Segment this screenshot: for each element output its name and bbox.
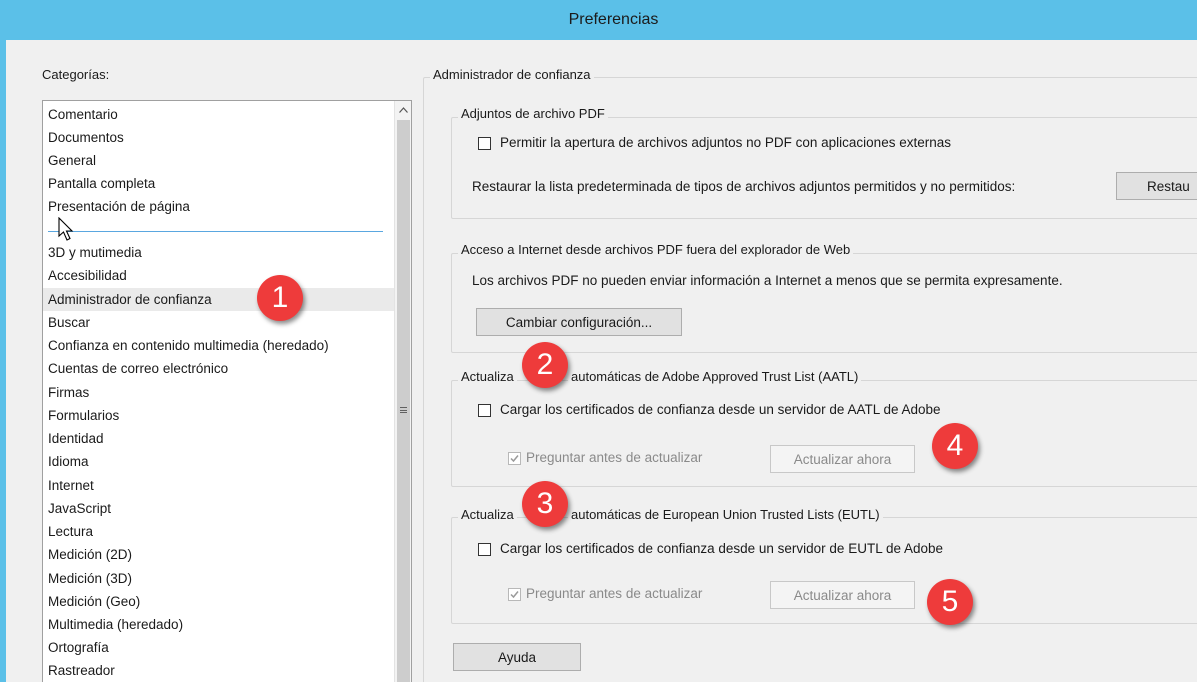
window-title: Preferencias <box>568 11 659 28</box>
change-settings-button[interactable]: Cambiar configuración... <box>476 308 682 336</box>
dialog-client-area: Categorías: Comentario Documentos Genera… <box>6 40 1197 682</box>
aatl-update-now-label: Actualizar ahora <box>793 451 892 467</box>
category-item-confianza-multimedia[interactable]: Confianza en contenido multimedia (hered… <box>43 334 395 357</box>
category-item-documentos[interactable]: Documentos <box>43 126 395 149</box>
category-item-internet[interactable]: Internet <box>43 474 395 497</box>
category-separator <box>48 231 383 232</box>
annotation-badge-3: 3 <box>522 481 568 527</box>
categories-list[interactable]: Comentario Documentos General Pantalla c… <box>42 100 412 682</box>
eutl-ask-checkbox[interactable] <box>508 588 521 601</box>
allow-attachments-label: Permitir la apertura de archivos adjunto… <box>500 135 951 150</box>
aatl-load-label: Cargar los certificados de confianza des… <box>500 402 941 417</box>
eutl-load-label: Cargar los certificados de confianza des… <box>500 541 944 556</box>
checkmark-icon <box>510 455 519 463</box>
category-item-general[interactable]: General <box>43 149 395 172</box>
help-button-label: Ayuda <box>497 649 537 665</box>
category-item-accesibilidad[interactable]: Accesibilidad <box>43 264 395 287</box>
category-item-lectura[interactable]: Lectura <box>43 520 395 543</box>
restore-list-label: Restaurar la lista predeterminada de tip… <box>472 179 1016 194</box>
categories-label: Categorías: <box>42 67 110 82</box>
change-settings-label: Cambiar configuración... <box>505 314 653 330</box>
aatl-update-now-button[interactable]: Actualizar ahora <box>770 445 915 473</box>
category-item-firmas[interactable]: Firmas <box>43 381 395 404</box>
attachments-legend: Adjuntos de archivo PDF <box>458 106 608 121</box>
mouse-pointer-icon <box>58 217 74 241</box>
aatl-load-checkbox[interactable] <box>478 404 491 417</box>
panel-title: Administrador de confianza <box>430 67 594 82</box>
aatl-ask-label: Preguntar antes de actualizar <box>526 450 703 465</box>
category-item-cuentas-correo[interactable]: Cuentas de correo electrónico <box>43 357 395 380</box>
aatl-ask-checkbox[interactable] <box>508 452 521 465</box>
category-item-javascript[interactable]: JavaScript <box>43 497 395 520</box>
category-item-idioma[interactable]: Idioma <box>43 450 395 473</box>
category-item-medicion-geo[interactable]: Medición (Geo) <box>43 590 395 613</box>
annotation-badge-5: 5 <box>927 579 973 625</box>
scroll-up-arrow-icon[interactable] <box>395 101 411 118</box>
category-item-presentacion-pagina[interactable]: Presentación de página <box>43 195 395 218</box>
annotation-badge-2: 2 <box>522 342 568 388</box>
eutl-update-now-button[interactable]: Actualizar ahora <box>770 581 915 609</box>
internet-access-group <box>451 253 1197 353</box>
internet-access-text: Los archivos PDF no pueden enviar inform… <box>472 273 1063 288</box>
restore-button[interactable]: Restau <box>1116 172 1197 200</box>
category-item-ortografia[interactable]: Ortografía <box>43 636 395 659</box>
title-bar: Preferencias <box>0 0 1197 40</box>
scrollbar-grip-icon <box>400 407 407 413</box>
category-item-administrador-confianza[interactable]: Administrador de confianza <box>43 288 395 311</box>
eutl-ask-label: Preguntar antes de actualizar <box>526 586 703 601</box>
categories-scrollbar[interactable] <box>394 101 411 682</box>
category-item-multimedia-heredado[interactable]: Multimedia (heredado) <box>43 613 395 636</box>
category-item-formularios[interactable]: Formularios <box>43 404 395 427</box>
category-item-pantalla-completa[interactable]: Pantalla completa <box>43 172 395 195</box>
eutl-load-checkbox[interactable] <box>478 543 491 556</box>
category-item-3d-multimedia[interactable]: 3D y mutimedia <box>43 241 395 264</box>
internet-access-legend: Acceso a Internet desde archivos PDF fue… <box>458 242 854 257</box>
aatl-legend-end: automáticas de Adobe Approved Trust List… <box>568 369 862 384</box>
eutl-update-now-label: Actualizar ahora <box>793 587 892 603</box>
category-item-medicion-2d[interactable]: Medición (2D) <box>43 543 395 566</box>
allow-attachments-checkbox[interactable] <box>478 137 491 150</box>
eutl-legend-end: automáticas de European Union Trusted Li… <box>568 507 883 522</box>
category-item-rastreador[interactable]: Rastreador <box>43 659 395 682</box>
scrollbar-thumb[interactable] <box>397 120 410 682</box>
eutl-legend-start: Actualiza <box>458 507 517 522</box>
aatl-legend-start: Actualiza <box>458 369 517 384</box>
category-item-buscar[interactable]: Buscar <box>43 311 395 334</box>
attachments-group <box>451 117 1197 219</box>
annotation-badge-1: 1 <box>257 275 303 321</box>
category-item-comentario[interactable]: Comentario <box>43 103 395 126</box>
restore-button-label: Restau <box>1147 178 1190 194</box>
checkmark-icon <box>510 591 519 599</box>
category-item-identidad[interactable]: Identidad <box>43 427 395 450</box>
help-button[interactable]: Ayuda <box>453 643 581 671</box>
annotation-badge-4: 4 <box>932 423 978 469</box>
category-item-medicion-3d[interactable]: Medición (3D) <box>43 567 395 590</box>
